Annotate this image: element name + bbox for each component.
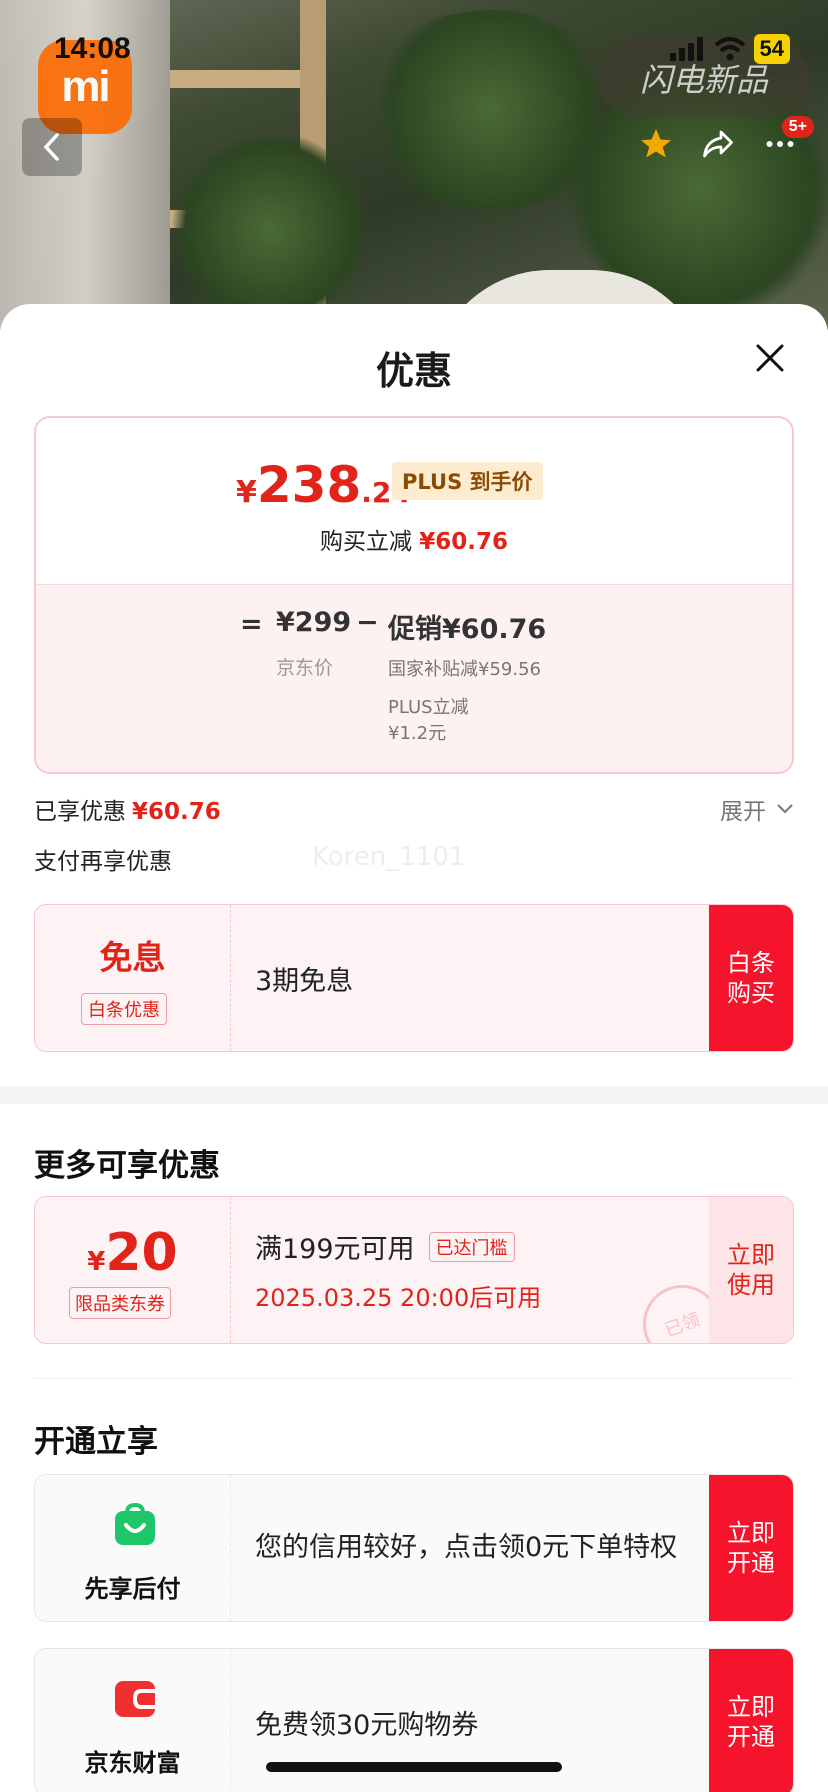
baitiao-buy-button[interactable]: 白条 购买 [709, 905, 793, 1051]
star-icon[interactable] [638, 126, 674, 162]
reduce-line: 购买立减 ¥60.76 [36, 522, 792, 556]
enjoyed-label: 已享优惠 [34, 799, 126, 825]
more-offers-title: 更多可享优惠 [34, 1148, 220, 1184]
interest-free-offer[interactable]: 免息 白条优惠 3期免息 白条 购买 [34, 904, 794, 1052]
plus-discount: PLUS立减 ¥1.2元 [388, 695, 508, 747]
final-price: ¥ 238 .24 [236, 456, 411, 514]
price-breakdown-card: ¥ 238 .24 PLUS 到手价 购买立减 ¥60.76 = ¥299 京东… [34, 416, 794, 774]
foliage [170, 130, 370, 330]
enjoyed-discount: 已享优惠 ¥60.76 [34, 792, 221, 826]
minus-sign: − [356, 607, 379, 638]
plus-discount-label: PLUS立减 [388, 697, 469, 718]
wallet-icon [115, 1681, 155, 1717]
status-time: 14:08 [54, 32, 131, 65]
service-left: 京东财富 [35, 1649, 231, 1792]
threshold-reached-tag: 已达门槛 [428, 1231, 515, 1262]
coupon-value: 20 [105, 1223, 178, 1283]
coupon-left: ¥20 限品类东券 [35, 1197, 231, 1343]
installment-text: 3期免息 [255, 965, 354, 997]
subsidy-discount: 国家补贴减¥59.56 [388, 659, 541, 680]
price-calculation: = ¥299 京东价 − 促销¥60.76 国家补贴减¥59.56 PLUS立减… [36, 584, 792, 772]
plus-price-tag: PLUS 到手价 [392, 462, 543, 500]
open-section-title: 开通立享 [34, 1424, 158, 1460]
baitiao-tag: 白条优惠 [81, 993, 167, 1025]
wifi-icon [714, 37, 745, 61]
share-icon[interactable] [700, 126, 736, 162]
expand-button[interactable]: 展开 [720, 792, 794, 826]
coupon-type-tag: 限品类东券 [69, 1287, 171, 1319]
offer-left: 免息 白条优惠 [35, 905, 231, 1051]
open-now-button[interactable]: 立即 开通 [709, 1475, 793, 1621]
pay-more-label: 支付再享优惠 [34, 849, 172, 875]
expand-label: 展开 [720, 799, 766, 825]
notification-badge: 5+ [781, 116, 814, 138]
top-actions [638, 126, 798, 162]
price-integer: 238 [256, 456, 362, 514]
chevron-left-icon [43, 133, 59, 161]
service-name: 京东财富 [84, 1749, 181, 1777]
service-name: 先享后付 [84, 1575, 181, 1603]
rack-rung [170, 70, 320, 88]
coupon-offer[interactable]: ¥20 限品类东券 满199元可用 已达门槛 2025.03.25 20:00后… [34, 1196, 794, 1344]
section-separator [34, 1378, 794, 1379]
service-left: 先享后付 [35, 1475, 231, 1621]
discount-sheet: 优惠 ¥ 238 .24 PLUS 到手价 购买立减 ¥60.76 = ¥299… [0, 304, 828, 1792]
promo-discount: 促销¥60.76 [388, 614, 547, 645]
close-icon[interactable] [752, 340, 788, 376]
offer-middle: 3期免息 [255, 905, 353, 1051]
jd-price: ¥299 [276, 607, 352, 638]
price-summary: ¥ 238 .24 PLUS 到手价 购买立减 ¥60.76 [36, 418, 792, 584]
watermark: Koren_1101 [312, 842, 466, 872]
reduce-value: ¥60.76 [419, 529, 509, 555]
service-text: 您的信用较好，点击领0元下单特权 [255, 1532, 678, 1563]
coupon-amount: ¥20 [35, 1223, 230, 1283]
coupon-available-time: 2025.03.25 20:00后可用 [255, 1284, 542, 1312]
open-now-button[interactable]: 立即 开通 [709, 1649, 793, 1792]
coupon-currency: ¥ [87, 1247, 106, 1277]
jd-price-label: 京东价 [276, 657, 334, 679]
service-text: 免费领30元购物券 [255, 1709, 479, 1741]
chevron-down-icon [777, 804, 793, 814]
interest-free-title: 免息 [99, 938, 166, 977]
enjoyed-value: ¥60.76 [132, 799, 221, 825]
reduce-label: 购买立减 [319, 529, 412, 555]
status-icons: 54 [669, 34, 790, 64]
back-button[interactable] [22, 118, 82, 176]
section-divider [0, 1086, 828, 1104]
price-currency: ¥ [236, 475, 257, 510]
service-middle: 您的信用较好，点击领0元下单特权 [255, 1475, 695, 1621]
equals-sign: = [240, 609, 263, 640]
coupon-condition: 满199元可用 [255, 1234, 415, 1265]
use-now-button[interactable]: 立即 使用 [709, 1197, 793, 1343]
coupon-middle: 满199元可用 已达门槛 2025.03.25 20:00后可用 [255, 1197, 541, 1343]
home-indicator[interactable] [266, 1762, 562, 1772]
shopping-bag-icon [115, 1503, 155, 1545]
battery-level: 54 [753, 34, 790, 64]
service-offer-pay-later[interactable]: 先享后付 您的信用较好，点击领0元下单特权 立即 开通 [34, 1474, 794, 1622]
signal-icon [669, 37, 703, 61]
coupon-condition-row: 满199元可用 已达门槛 [255, 1227, 541, 1266]
sheet-title: 优惠 [375, 349, 452, 393]
plus-discount-value: ¥1.2元 [388, 723, 447, 744]
